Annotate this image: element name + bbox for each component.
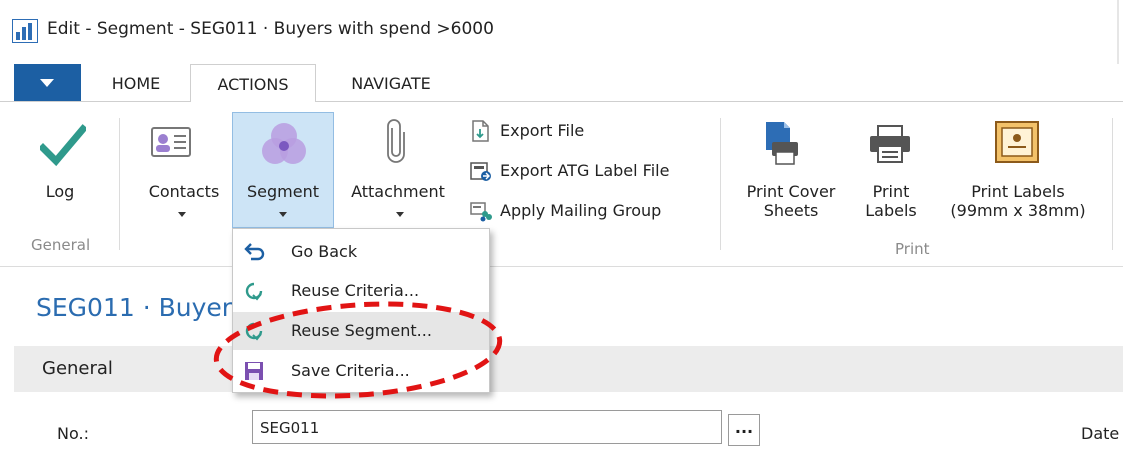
contact-card-icon [150,126,194,160]
ribbon-bottom-border [0,266,1123,267]
print-labels-line1: Print [872,182,910,201]
group-label-print: Print [895,240,930,258]
app-menu-button[interactable] [14,64,81,102]
caret-down-icon [279,212,287,217]
mailing-group-icon [470,200,492,222]
apply-mailing-group-button[interactable]: Apply Mailing Group [500,201,661,220]
paperclip-icon [386,118,406,164]
print-labels-99mm-button[interactable]: Print Labels (99mm x 38mm) [938,182,1098,220]
print-cover-line1: Print Cover [746,182,836,201]
segment-button[interactable]: Segment [234,182,332,201]
printer-icon [868,124,912,164]
log-button[interactable]: Log [30,182,90,201]
no-field-input[interactable]: SEG011 [252,410,722,444]
attachment-button[interactable]: Attachment [340,182,456,201]
export-atg-label-button[interactable]: Export ATG Label File [500,161,669,180]
export-file-icon [470,120,492,142]
chevron-down-icon [40,79,54,87]
window-title: Edit - Segment - SEG011 · Buyers with sp… [47,19,494,39]
menu-item-label: Save Criteria... [291,361,410,380]
menu-item-label: Go Back [291,242,358,261]
tab-home[interactable]: HOME [88,64,184,102]
segment-venn-icon [259,120,309,170]
print-labels-99-line1: Print Labels [971,182,1065,201]
ribbon-separator [119,118,120,250]
menu-item-reuse-criteria[interactable]: Reuse Criteria... [233,272,489,310]
app-logo-icon [12,19,38,43]
lookup-button[interactable]: ... [728,414,760,446]
caret-down-icon [178,212,186,217]
menu-item-reuse-segment[interactable]: Reuse Segment... [233,312,489,350]
checkmark-icon [38,124,88,168]
ribbon-separator [720,118,721,250]
print-labels-99-line2: (99mm x 38mm) [950,201,1086,220]
menu-item-go-back[interactable]: Go Back [233,233,489,271]
reuse-icon [243,320,265,342]
print-labels-line2: Labels [865,201,917,220]
contacts-button[interactable]: Contacts [136,182,232,201]
title-divider [1117,0,1119,64]
no-field-label: No.: [57,424,89,443]
print-cover-sheets-icon [764,120,800,166]
ribbon-separator [1112,118,1113,250]
export-label-icon [470,160,492,182]
print-cover-sheets-button[interactable]: Print Cover Sheets [735,182,847,220]
fasttab-label: General [42,358,113,379]
export-file-button[interactable]: Export File [500,121,584,140]
date-field-label: Date [1081,424,1120,443]
menu-item-label: Reuse Criteria... [291,281,420,300]
menu-item-label: Reuse Segment... [291,321,432,340]
reuse-icon [243,280,265,302]
print-cover-line2: Sheets [763,201,819,220]
tab-navigate[interactable]: NAVIGATE [326,64,456,102]
caret-down-icon [396,212,404,217]
label-sheet-icon [994,120,1040,164]
menu-item-save-criteria[interactable]: Save Criteria... [233,352,489,390]
undo-arrow-icon [243,241,265,263]
fasttab-general[interactable] [14,346,1123,392]
print-labels-button[interactable]: Print Labels [858,182,924,220]
tab-actions[interactable]: ACTIONS [190,64,316,103]
save-icon [243,360,265,382]
group-label-general: General [31,236,91,254]
